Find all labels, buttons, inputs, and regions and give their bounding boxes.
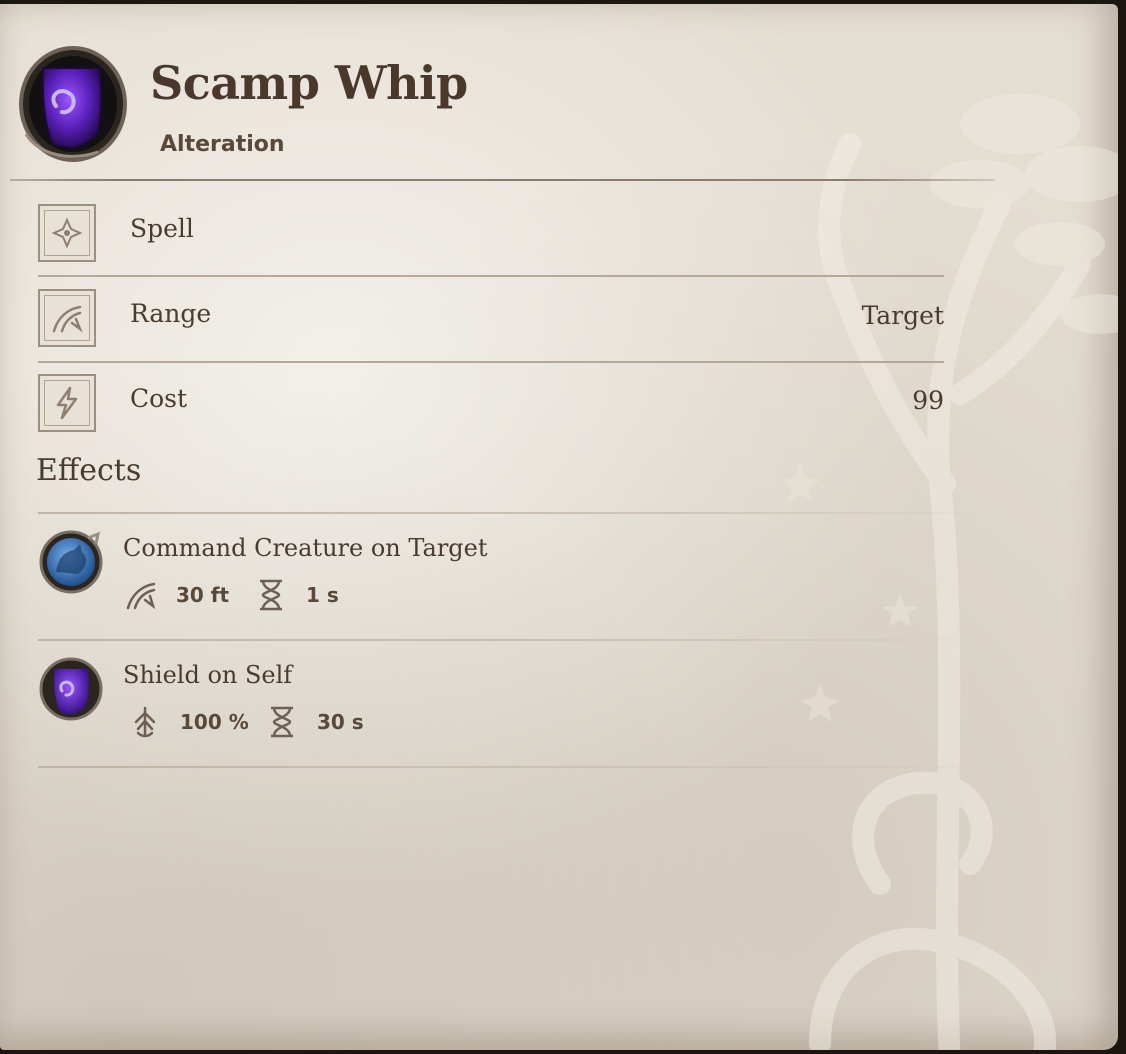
spell-school: Alteration	[160, 132, 285, 157]
stat-value: 100 %	[180, 710, 249, 734]
magnitude-icon	[134, 706, 156, 738]
effect-item: Shield on Self 100 % 30 s	[38, 655, 938, 755]
effects-divider	[38, 766, 988, 768]
effect-duration-stat: 1 s	[254, 578, 339, 612]
property-value: Target	[861, 301, 944, 330]
spell-rune-icon	[38, 204, 96, 262]
effects-divider	[38, 639, 988, 641]
tooltip-panel: Scamp Whip Alteration Spell Range Target…	[0, 4, 1118, 1050]
property-row-cost: Cost 99	[38, 374, 944, 436]
property-label: Spell	[130, 214, 194, 243]
spell-title: Scamp Whip	[150, 56, 468, 110]
effect-duration-stat: 30 s	[265, 705, 364, 739]
effect-name: Shield on Self	[123, 661, 293, 689]
property-label: Cost	[130, 384, 188, 413]
hourglass-icon	[271, 706, 293, 738]
header-divider	[10, 179, 995, 181]
effects-heading: Effects	[36, 453, 142, 488]
effect-item: Command Creature on Target 30 ft 1 s	[38, 528, 938, 628]
property-value: 99	[912, 386, 944, 415]
range-arrow-icon	[126, 582, 156, 610]
effect-range-stat: 30 ft	[124, 578, 229, 612]
effect-magnitude-stat: 100 %	[128, 705, 249, 739]
effect-name: Command Creature on Target	[123, 534, 488, 562]
stat-value: 30 ft	[176, 583, 230, 607]
effects-divider	[38, 512, 988, 514]
shield-spell-icon	[19, 46, 127, 162]
row-divider	[38, 361, 944, 363]
shield-spell-icon	[39, 657, 103, 721]
lightning-cost-icon	[38, 374, 96, 432]
property-label: Range	[130, 299, 212, 328]
command-creature-icon	[39, 530, 103, 594]
property-row-spell: Spell	[38, 204, 944, 266]
property-row-range: Range Target	[38, 289, 944, 351]
range-arrow-icon	[38, 289, 96, 347]
row-divider	[38, 275, 944, 277]
stat-value: 1 s	[306, 583, 339, 607]
stat-value: 30 s	[317, 710, 364, 734]
hourglass-icon	[260, 579, 282, 611]
